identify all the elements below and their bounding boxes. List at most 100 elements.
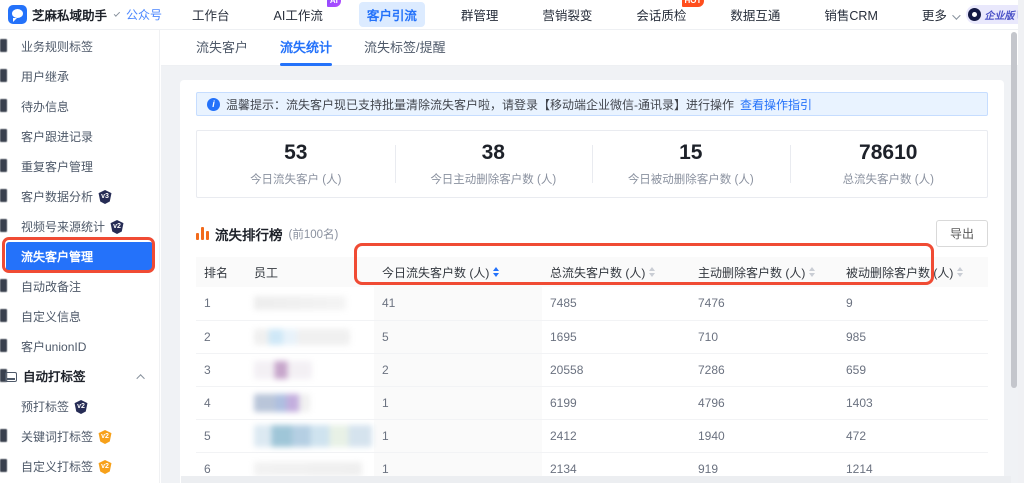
info-alert: i 温馨提示：流失客户现已支持批量清除流失客户啦，请登录【移动端企业微信-通讯录… bbox=[196, 92, 988, 116]
sidebar-item-keyword-tagging[interactable]: 关键词打标签 v2 bbox=[0, 422, 159, 452]
app-title: 芝麻私域助手 bbox=[32, 9, 108, 23]
main-content: 流失客户 流失统计 流失标签/提醒 i 温馨提示：流失客户现已支持批量清除流失客… bbox=[161, 30, 1018, 483]
chevron-down-icon bbox=[952, 11, 962, 20]
sidebar-item-lost-customer-management[interactable]: 流失客户管理 bbox=[6, 242, 153, 272]
col-employee: 员工 bbox=[246, 257, 374, 287]
sidebar-item-custom-tagging[interactable]: 自定义打标签 v2 bbox=[0, 452, 159, 482]
nav-group-management[interactable]: 群管理 bbox=[453, 2, 507, 27]
col-total-lost[interactable]: 总流失客户数 (人) bbox=[542, 257, 690, 287]
sidebar-item-custom-info[interactable]: 自定义信息 bbox=[0, 302, 159, 332]
cropped-icon-artifact bbox=[0, 99, 7, 112]
redacted-employee-name bbox=[254, 328, 350, 345]
tab-lost-tags-reminder[interactable]: 流失标签/提醒 bbox=[364, 30, 446, 66]
nav-chat-inspection[interactable]: 会话质检 HOT bbox=[628, 0, 705, 27]
sidebar-item-duplicate-customers[interactable]: 重复客户管理 bbox=[0, 152, 159, 182]
table-header-row: 排名 员工 今日流失客户数 (人) 总流失客户数 (人) 主动删除客户数 (人)… bbox=[196, 257, 988, 287]
sidebar-section-auto-tagging[interactable]: 自动打标签 bbox=[0, 362, 159, 392]
nav-more[interactable]: 更多 bbox=[914, 2, 967, 27]
nav-workbench[interactable]: 工作台 bbox=[184, 2, 238, 27]
cropped-icon-artifact bbox=[0, 189, 7, 202]
version-shield-icon: v3 bbox=[98, 190, 112, 204]
ranking-header: 流失排行榜 (前100名) 导出 bbox=[196, 220, 988, 247]
scrollbar-gutter bbox=[1018, 0, 1024, 483]
cropped-icon-artifact bbox=[0, 219, 7, 232]
view-guide-link[interactable]: 查看操作指引 bbox=[740, 96, 812, 113]
col-rank: 排名 bbox=[196, 257, 246, 287]
sidebar-item-pre-tagging[interactable]: 预打标签 v2 bbox=[0, 392, 159, 422]
ai-badge: AI bbox=[326, 0, 341, 7]
sidebar-item-video-source-stats[interactable]: 视频号来源统计 v2 bbox=[0, 212, 159, 242]
col-active-deleted[interactable]: 主动删除客户数 (人) bbox=[690, 257, 838, 287]
cropped-icon-artifact bbox=[0, 129, 7, 142]
nav-sales-crm[interactable]: 销售CRM bbox=[816, 2, 885, 27]
sidebar-item-user-inheritance[interactable]: 用户继承 bbox=[0, 62, 159, 92]
version-shield-icon: v2 bbox=[98, 460, 112, 474]
plan-badge[interactable]: 企业版 v3 bbox=[966, 5, 1024, 24]
col-passive-deleted[interactable]: 被动删除客户数 (人) bbox=[838, 257, 988, 287]
ranking-subtitle: (前100名) bbox=[288, 228, 339, 241]
sidebar-item-customer-unionid[interactable]: 客户unionID bbox=[0, 332, 159, 362]
redacted-employee-name bbox=[254, 296, 346, 311]
tab-lost-statistics[interactable]: 流失统计 bbox=[280, 30, 333, 66]
stat-today-lost: 53 今日流失客户 (人) bbox=[250, 141, 342, 186]
app-window: 芝麻私域助手 公众号 工作台 AI工作流 AI 客户引流 群管理 营销裂变 会话质… bbox=[0, 0, 1024, 483]
nav-ai-workflow[interactable]: AI工作流 AI bbox=[266, 0, 341, 27]
chevron-up-icon[interactable] bbox=[136, 374, 145, 383]
account-type-link[interactable]: 公众号 bbox=[126, 6, 162, 23]
cropped-icon-artifact bbox=[0, 309, 7, 322]
sidebar-item-business-rule-tags[interactable]: 业务规则标签 bbox=[0, 32, 159, 62]
sidebar-item-followup-records[interactable]: 客户跟进记录 bbox=[0, 122, 159, 152]
sort-icon[interactable] bbox=[493, 267, 500, 277]
top-navbar: 芝麻私域助手 公众号 工作台 AI工作流 AI 客户引流 群管理 营销裂变 会话质… bbox=[0, 0, 1024, 30]
cropped-icon-artifact bbox=[0, 39, 7, 52]
col-today-lost[interactable]: 今日流失客户数 (人) bbox=[374, 257, 542, 287]
plan-logo-icon bbox=[968, 8, 982, 21]
app-logo-icon bbox=[8, 5, 27, 24]
sidebar-item-todo-info[interactable]: 待办信息 bbox=[0, 92, 159, 122]
version-shield-icon: v2 bbox=[98, 430, 112, 444]
table-row: 4 1 6199 4796 1403 bbox=[196, 386, 988, 420]
sort-icon[interactable] bbox=[649, 267, 656, 277]
topbar-right: 企业版 v3 bbox=[966, 4, 1024, 26]
folder-icon bbox=[5, 372, 17, 382]
bar-chart-icon bbox=[196, 227, 209, 240]
sidebar: 业务规则标签 用户继承 待办信息 客户跟进记录 重复客户管理 客户数据分析 v3 … bbox=[0, 30, 160, 483]
cropped-icon-artifact bbox=[0, 279, 7, 292]
redacted-employee-name bbox=[254, 461, 362, 476]
info-icon: i bbox=[207, 97, 220, 111]
table-row: 3 2 20558 7286 659 bbox=[196, 353, 988, 387]
redacted-employee-name bbox=[254, 360, 312, 379]
redacted-employee-name bbox=[254, 424, 372, 447]
tab-lost-customers[interactable]: 流失客户 bbox=[196, 30, 248, 66]
sort-icon[interactable] bbox=[957, 267, 964, 277]
statistics-card: i 温馨提示：流失客户现已支持批量清除流失客户啦，请登录【移动端企业微信-通讯录… bbox=[180, 80, 1004, 483]
nav-data-exchange[interactable]: 数据互通 bbox=[722, 2, 788, 27]
hot-badge: HOT bbox=[681, 0, 705, 7]
alert-text: 温馨提示：流失客户现已支持批量清除流失客户啦，请登录【移动端企业微信-通讯录】进… bbox=[226, 97, 734, 112]
sort-icon[interactable] bbox=[809, 267, 816, 277]
version-shield-icon: v2 bbox=[110, 220, 124, 234]
stat-total-lost: 78610 总流失客户数 (人) bbox=[789, 131, 988, 197]
ranking-title: 流失排行榜 bbox=[215, 227, 283, 243]
cropped-icon-artifact bbox=[0, 429, 7, 442]
sidebar-item-customer-analytics[interactable]: 客户数据分析 v3 bbox=[0, 182, 159, 212]
nav-marketing-fission[interactable]: 营销裂变 bbox=[534, 2, 600, 27]
horizontal-scrollbar-track[interactable] bbox=[181, 476, 1011, 483]
table-row: 2 5 1695 710 985 bbox=[196, 320, 988, 354]
export-button[interactable]: 导出 bbox=[935, 220, 988, 247]
table-row: 1 41 7485 7476 9 bbox=[196, 287, 988, 321]
brand[interactable]: 芝麻私域助手 公众号 bbox=[0, 5, 162, 24]
chevron-down-icon[interactable] bbox=[113, 9, 121, 17]
stat-today-passive-deleted: 15 今日被动删除客户数 (人) bbox=[592, 131, 790, 197]
nav-customer-acquisition[interactable]: 客户引流 bbox=[358, 2, 425, 27]
vertical-scrollbar[interactable] bbox=[1011, 32, 1017, 388]
cropped-icon-artifact bbox=[0, 339, 7, 352]
cropped-icon-artifact bbox=[0, 459, 7, 472]
cropped-icon-artifact bbox=[0, 69, 7, 82]
redacted-employee-name bbox=[254, 393, 310, 412]
tab-bar: 流失客户 流失统计 流失标签/提醒 bbox=[161, 30, 1018, 66]
stats-summary: 53 今日流失客户 (人) 38 今日主动删除客户数 (人) 15 今日被动删除… bbox=[196, 130, 988, 198]
content-area: i 温馨提示：流失客户现已支持批量清除流失客户啦，请登录【移动端企业微信-通讯录… bbox=[161, 66, 1018, 483]
table-row: 5 1 2412 1940 472 bbox=[196, 419, 988, 453]
sidebar-item-auto-remark[interactable]: 自动改备注 bbox=[0, 272, 159, 302]
